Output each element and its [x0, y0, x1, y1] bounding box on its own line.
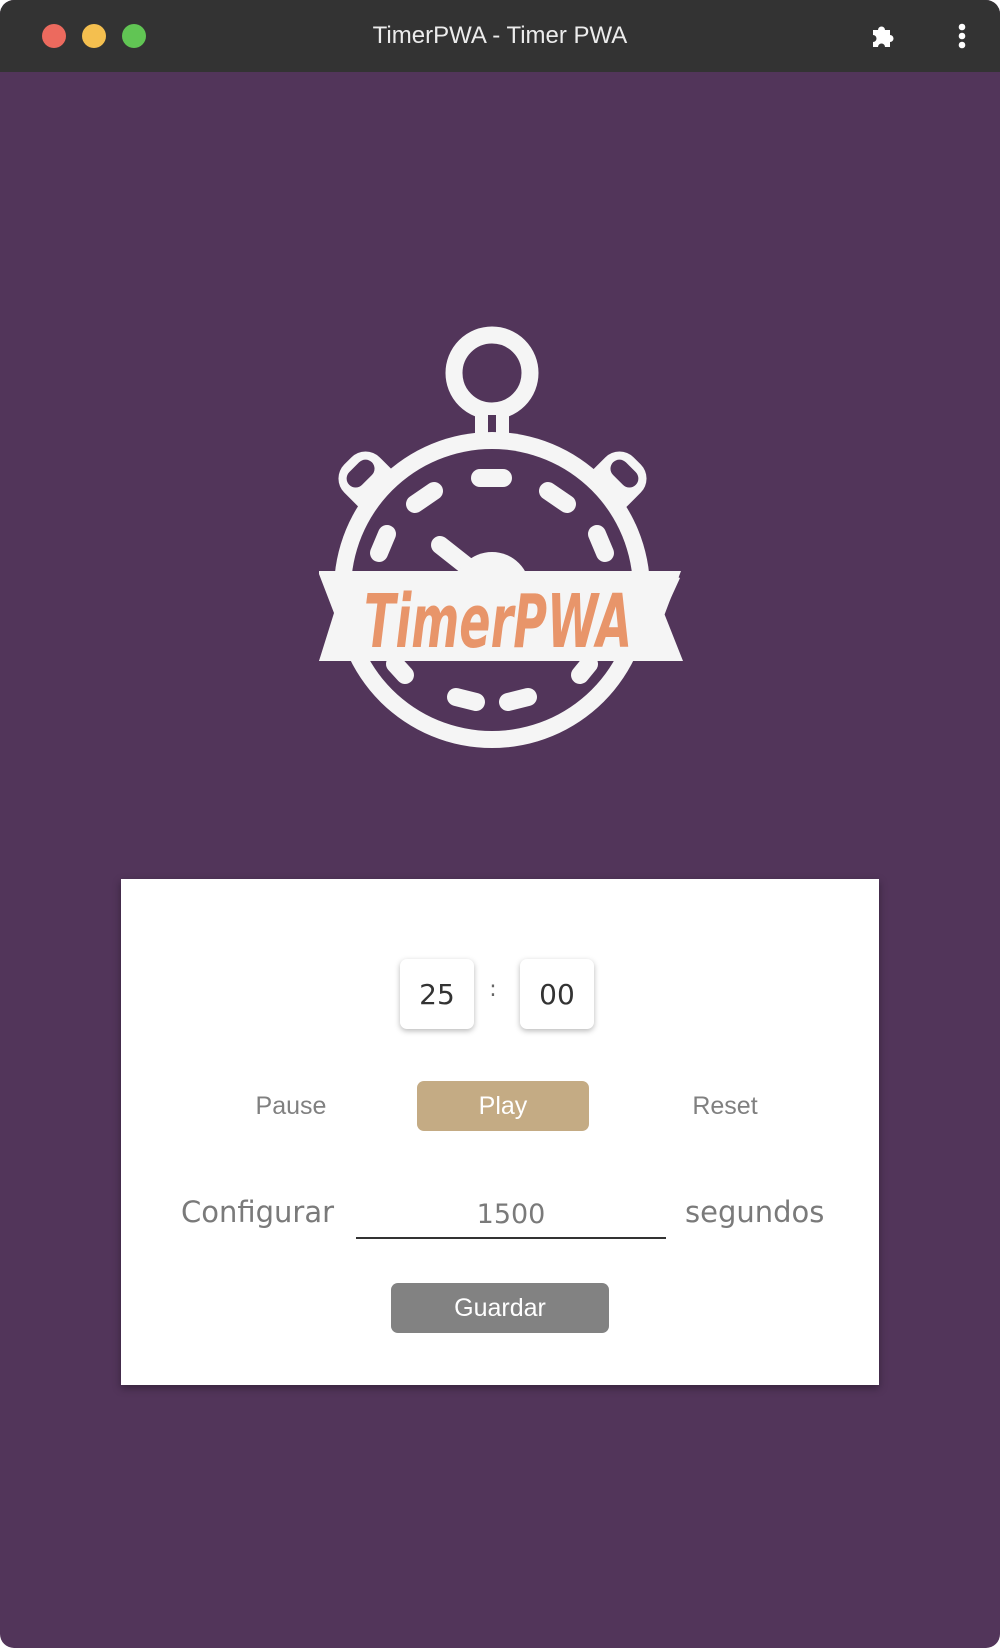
logo-text: TimerPWA: [364, 579, 632, 665]
maximize-window-button[interactable]: [122, 24, 146, 48]
config-label: Configurar: [181, 1195, 335, 1229]
extensions-button[interactable]: [866, 20, 898, 52]
save-button[interactable]: Guardar: [391, 1283, 609, 1333]
minimize-window-button[interactable]: [82, 24, 106, 48]
pause-button[interactable]: Pause: [221, 1081, 361, 1131]
time-separator: :: [489, 977, 497, 1002]
stopwatch-icon: [319, 326, 683, 748]
stopwatch-logo: TimerPWA: [319, 326, 683, 748]
play-button[interactable]: Play: [417, 1081, 589, 1131]
browser-window: TimerPWA - Timer PWA TimerPWA 25: 00 Pa…: [0, 0, 1000, 1648]
minutes-display: 25: [400, 959, 474, 1029]
seconds-input[interactable]: [356, 1191, 666, 1239]
unit-label: segundos: [685, 1195, 825, 1229]
window-title: TimerPWA - Timer PWA: [372, 22, 628, 49]
close-window-button[interactable]: [42, 24, 66, 48]
title-bar: TimerPWA - Timer PWA: [0, 0, 1000, 72]
reset-button[interactable]: Reset: [655, 1081, 795, 1131]
seconds-display: 00: [520, 959, 594, 1029]
timer-card: 25 : 00 Pause Play Reset Configurar segu…: [121, 879, 879, 1385]
kebab-menu-icon: [958, 23, 966, 49]
browser-menu-button[interactable]: [946, 20, 978, 52]
puzzle-icon: [873, 26, 894, 47]
